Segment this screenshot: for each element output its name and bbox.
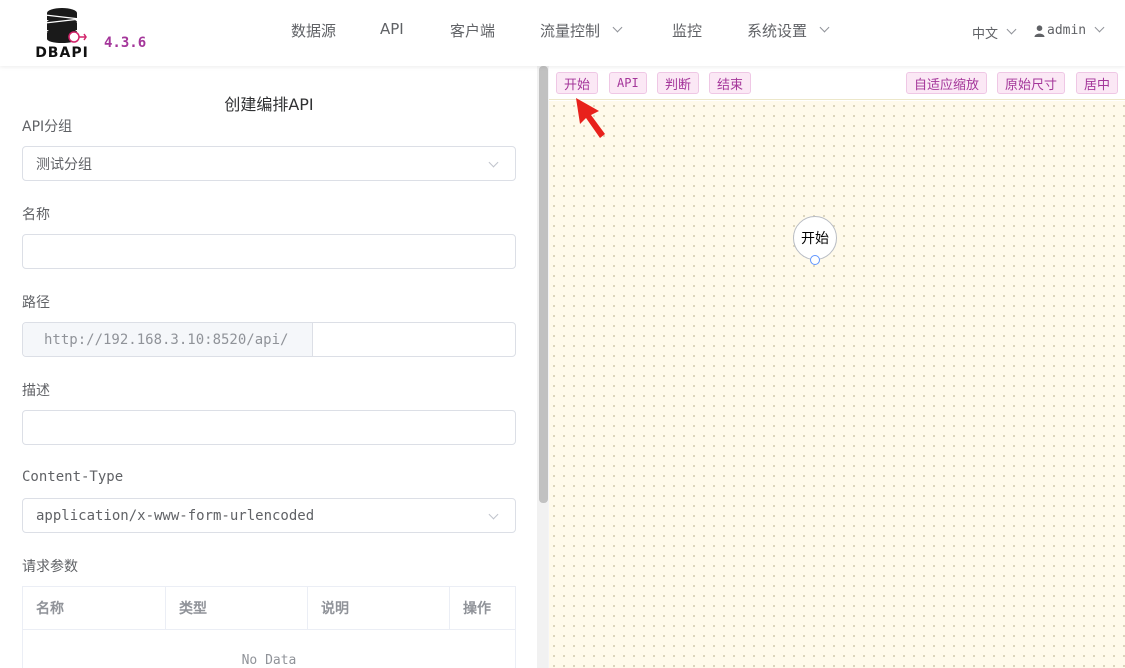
- name-input[interactable]: [22, 234, 516, 269]
- flow-canvas[interactable]: 开始: [549, 101, 1125, 668]
- name-label: 名称: [22, 207, 50, 223]
- scrollbar-thumb[interactable]: [539, 66, 548, 503]
- request-params-table: 名称 类型 说明 操作 No Data: [22, 586, 516, 668]
- api-form-panel: 创建编排API API分组 测试分组 名称 路径 http://192.168.…: [0, 66, 548, 668]
- content-type-value: application/x-www-form-urlencoded: [36, 507, 315, 524]
- column-header: 名称: [23, 587, 166, 629]
- api-node-button[interactable]: API: [609, 72, 647, 94]
- top-header: DBAPI 4.3.6 数据源 API 客户端 流量控制 监控 系统设置 中文 …: [0, 0, 1125, 66]
- group-select[interactable]: 测试分组: [22, 146, 516, 181]
- nav-traffic-control[interactable]: 流量控制: [540, 20, 623, 41]
- nav-api[interactable]: API: [380, 20, 404, 38]
- page-title: 创建编排API: [224, 95, 314, 114]
- user-dropdown[interactable]: admin: [1034, 22, 1105, 38]
- dbapi-logo[interactable]: DBAPI: [28, 4, 96, 62]
- path-prefix: http://192.168.3.10:8520/api/: [23, 323, 313, 356]
- path-label: 路径: [22, 295, 50, 311]
- end-node-button[interactable]: 结束: [709, 72, 752, 94]
- content-type-label: Content-Type: [22, 469, 124, 485]
- condition-node-button[interactable]: 判断: [657, 72, 700, 94]
- table-header: 名称 类型 说明 操作: [23, 587, 515, 630]
- flow-editor-panel: 开始 API 判断 结束 自适应缩放 原始尺寸 居中 开始: [549, 66, 1125, 668]
- start-node-button[interactable]: 开始: [556, 72, 599, 94]
- nav-label: 系统设置: [747, 22, 808, 40]
- fit-zoom-button[interactable]: 自适应缩放: [906, 72, 988, 94]
- user-name: admin: [1047, 23, 1087, 38]
- node-output-port[interactable]: [810, 255, 820, 265]
- nav-label: 数据源: [291, 22, 337, 40]
- center-button[interactable]: 居中: [1076, 72, 1119, 94]
- path-input-group: http://192.168.3.10:8520/api/: [22, 322, 516, 357]
- start-node-label: 开始: [801, 231, 829, 247]
- content-type-select[interactable]: application/x-www-form-urlencoded: [22, 498, 516, 533]
- column-header: 操作: [463, 601, 491, 617]
- chevron-down-icon: [612, 22, 623, 33]
- version-label: 4.3.6: [104, 35, 147, 51]
- nav-monitor[interactable]: 监控: [672, 20, 702, 41]
- group-label: API分组: [22, 119, 73, 135]
- chevron-down-icon: [819, 22, 830, 33]
- nav-datasource[interactable]: 数据源: [291, 20, 336, 41]
- group-select-value: 测试分组: [36, 156, 92, 173]
- path-input[interactable]: [314, 323, 515, 356]
- description-label: 描述: [22, 383, 50, 399]
- description-input[interactable]: [22, 410, 516, 445]
- start-node[interactable]: 开始: [793, 216, 837, 260]
- original-size-button[interactable]: 原始尺寸: [997, 72, 1066, 94]
- user-icon: [1034, 24, 1045, 37]
- empty-table-text: No Data: [241, 653, 297, 668]
- nav-client[interactable]: 客户端: [450, 20, 495, 41]
- red-arrow-icon: [576, 98, 605, 138]
- nav-system-settings[interactable]: 系统设置: [747, 20, 830, 41]
- nav-label: 客户端: [450, 22, 496, 40]
- nav-label: API: [380, 20, 404, 38]
- logo-text: DBAPI: [35, 45, 89, 61]
- chevron-down-icon: [488, 157, 499, 168]
- column-header: 说明: [308, 587, 450, 629]
- language-label: 中文: [972, 27, 999, 42]
- nav-label: 监控: [672, 22, 703, 40]
- chevron-down-icon: [1094, 22, 1105, 33]
- flow-toolbar: 开始 API 判断 结束 自适应缩放 原始尺寸 居中: [549, 66, 1125, 100]
- request-params-label: 请求参数: [22, 559, 78, 575]
- chevron-down-icon: [1006, 24, 1017, 35]
- column-header: 类型: [166, 587, 308, 629]
- nav-label: 流量控制: [540, 22, 601, 40]
- language-dropdown[interactable]: 中文: [972, 23, 1017, 42]
- chevron-down-icon: [488, 509, 499, 520]
